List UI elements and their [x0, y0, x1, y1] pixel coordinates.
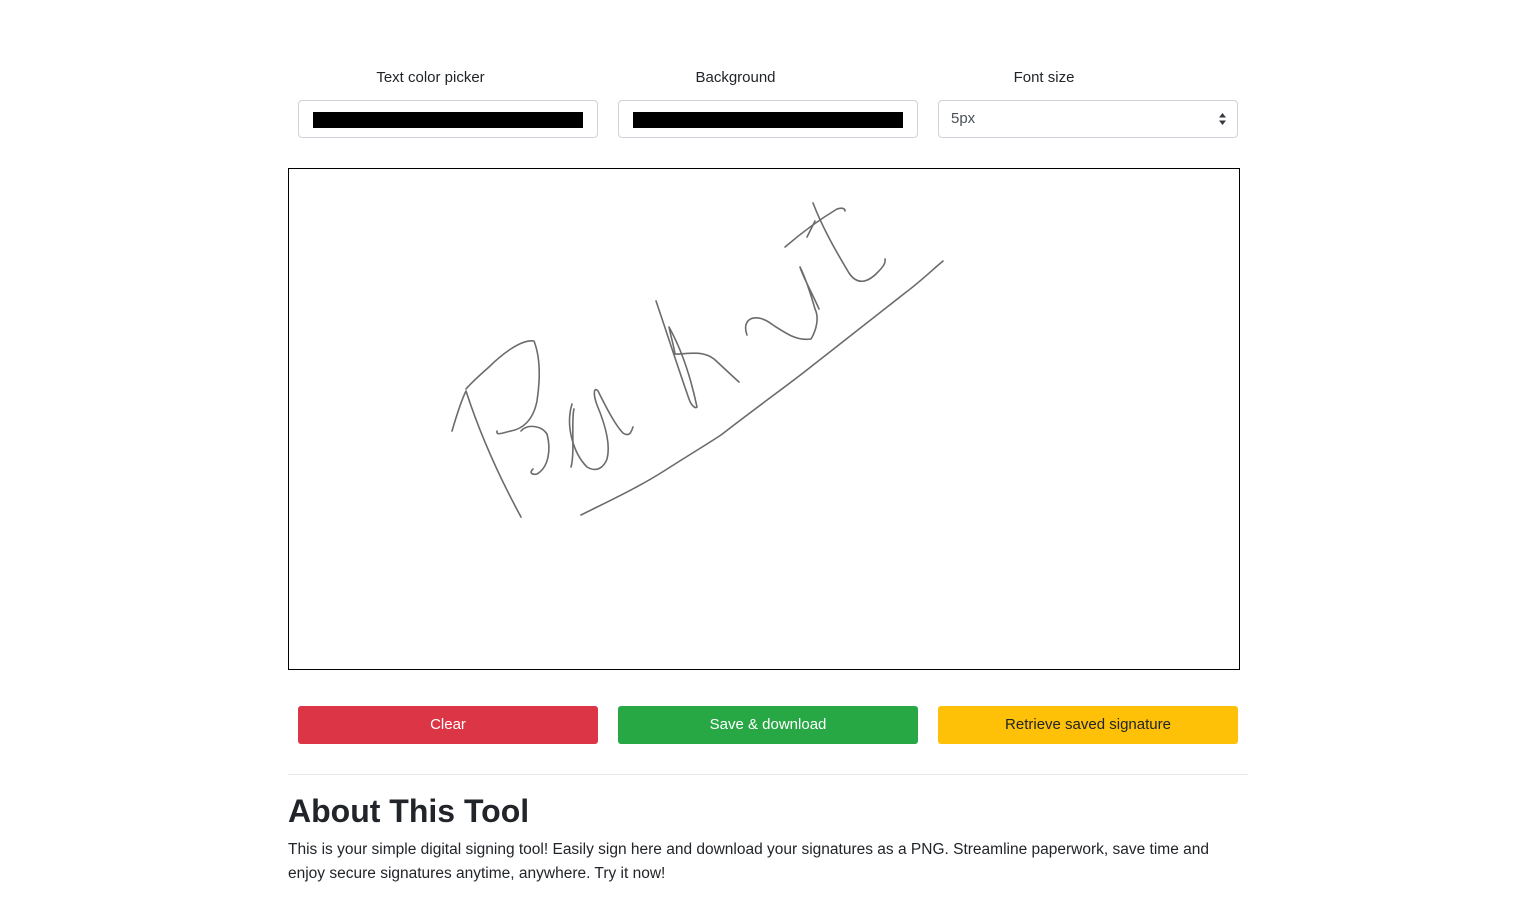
background-color-input[interactable] — [618, 100, 918, 138]
text-color-swatch — [313, 112, 583, 128]
signature-stroke — [655, 300, 740, 409]
signature-canvas[interactable] — [288, 168, 1240, 670]
signature-stroke — [520, 425, 550, 476]
sort-arrows-icon — [1219, 113, 1226, 125]
signature-stroke — [580, 260, 944, 516]
section-divider — [288, 774, 1248, 775]
font-size-label: Font size — [1013, 69, 1075, 86]
signature-drawing — [451, 202, 944, 518]
signature-stroke — [465, 340, 541, 435]
signature-stroke — [784, 207, 846, 248]
about-description: This is your simple digital signing tool… — [288, 841, 1209, 882]
signature-stroke — [812, 202, 886, 283]
text-color-input[interactable] — [298, 100, 598, 138]
background-label: Background — [695, 69, 776, 86]
retrieve-saved-signature-button[interactable]: Retrieve saved signature — [938, 706, 1238, 744]
save-download-button[interactable]: Save & download — [618, 706, 918, 744]
background-color-swatch — [633, 112, 903, 128]
font-size-selected-value: 5px — [951, 110, 976, 127]
font-size-select[interactable]: 5px — [938, 100, 1238, 138]
text-color-label: Text color picker — [376, 69, 485, 86]
about-title: About This Tool — [288, 793, 530, 829]
clear-button[interactable]: Clear — [298, 706, 598, 744]
signature-stroke — [568, 388, 634, 471]
signature-stroke — [744, 266, 820, 341]
signature-stroke — [451, 390, 522, 518]
